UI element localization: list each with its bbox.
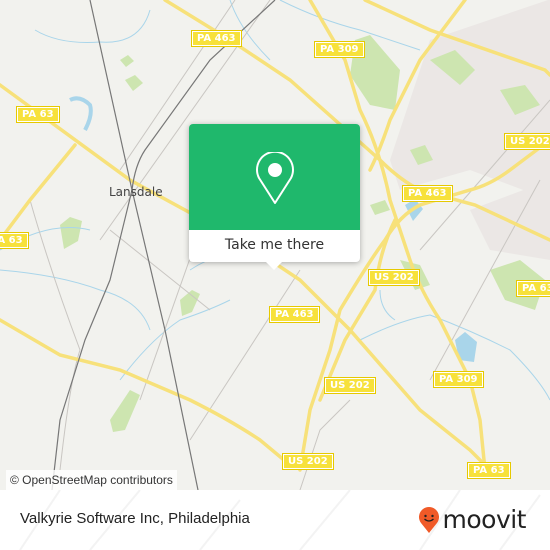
moovit-logo[interactable]: moovit	[418, 505, 527, 534]
park	[125, 75, 143, 91]
park	[370, 200, 390, 215]
take-me-there-button[interactable]: Take me there	[189, 230, 360, 262]
park	[110, 390, 140, 432]
road-pa-63-west	[0, 318, 292, 467]
minor-road	[299, 399, 351, 490]
road-shield: US 202	[504, 133, 550, 150]
road-shield: PA 63	[516, 280, 550, 297]
popup-header	[189, 124, 360, 230]
road-shield: PA 63	[0, 232, 29, 249]
road-shield: PA 463	[269, 306, 320, 323]
stream	[119, 299, 231, 381]
map-pin-icon	[256, 152, 294, 204]
stream	[34, 9, 151, 43]
road-shield: PA 463	[402, 185, 453, 202]
road-shield: US 202	[324, 377, 376, 394]
road-shield: PA 309	[433, 371, 484, 388]
road-shield: PA 463	[191, 30, 242, 47]
map-attribution[interactable]: © OpenStreetMap contributors	[6, 470, 177, 490]
stream	[359, 314, 550, 401]
stream	[0, 269, 151, 331]
park	[120, 55, 134, 67]
location-popup: Take me there	[189, 124, 360, 270]
footer: Valkyrie Software Inc, Philadelphia moov…	[0, 490, 550, 550]
place-name: Valkyrie Software Inc, Philadelphia	[20, 510, 250, 527]
popup-pointer	[265, 261, 283, 270]
pond	[69, 96, 93, 131]
brand-wordmark: moovit	[442, 505, 527, 534]
road-shield: PA 63	[467, 462, 511, 479]
minor-road	[189, 269, 301, 441]
road-shield: US 202	[368, 269, 420, 286]
town-label-lansdale: Lansdale	[109, 185, 163, 199]
railway	[89, 0, 199, 490]
road-shield: PA 63	[16, 106, 60, 123]
map[interactable]: Lansdale PA 463 PA 309 PA 63 US 202 PA 4…	[0, 0, 550, 490]
stream	[379, 289, 396, 321]
park	[60, 217, 82, 249]
road-shield: PA 309	[314, 41, 365, 58]
moovit-pin-icon	[418, 507, 439, 533]
road-shield: US 202	[282, 453, 334, 470]
